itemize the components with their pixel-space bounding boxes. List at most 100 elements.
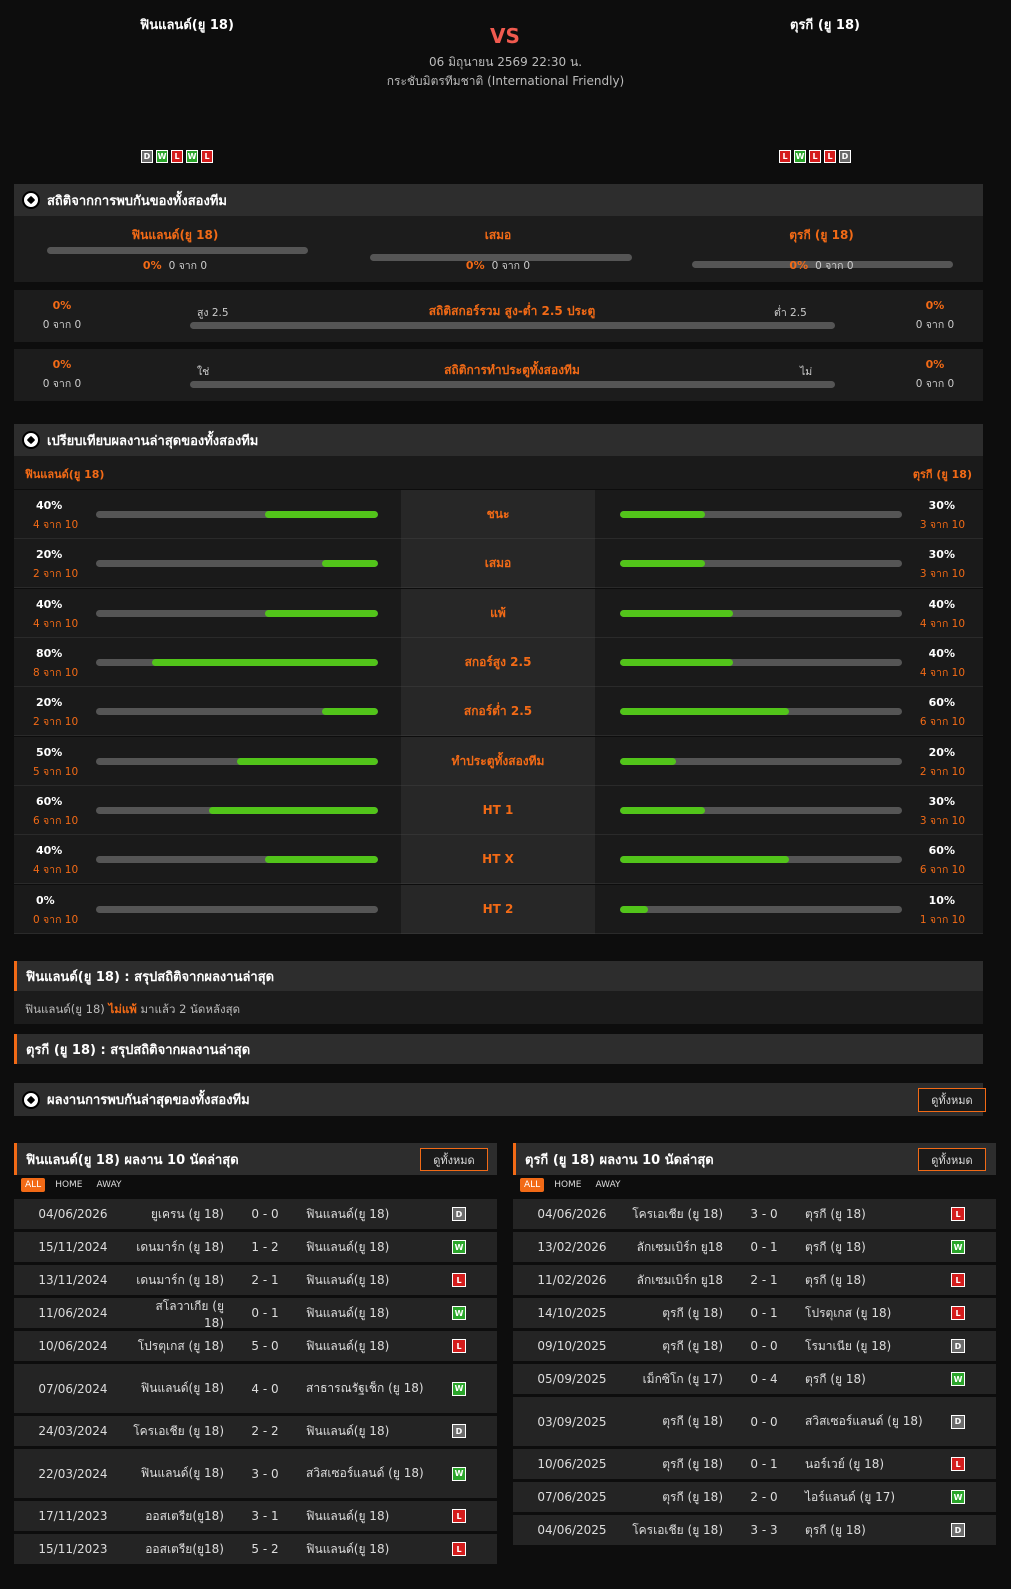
match-home-team[interactable]: ฟินแลนด์(ยู 18) bbox=[132, 1379, 224, 1398]
tab-home[interactable]: HOME bbox=[51, 1178, 86, 1192]
match-row[interactable]: 24/03/2024 โครเอเชีย (ยู 18) 2 - 2 ฟินแลนด์… bbox=[14, 1416, 497, 1446]
match-home-team[interactable]: โครเอเชีย (ยู 18) bbox=[631, 1205, 723, 1224]
away-team-name[interactable]: ตุรกี (ยู 18) bbox=[790, 14, 860, 35]
match-home-team[interactable]: ตุรกี (ยู 18) bbox=[631, 1412, 723, 1431]
match-home-team[interactable]: ลักเซมเบิร์ก ยู18 bbox=[631, 1238, 723, 1257]
match-row[interactable]: 10/06/2024 โปรตุเกส (ยู 18) 5 - 0 ฟินแลนด์(… bbox=[14, 1331, 497, 1361]
match-row[interactable]: 14/10/2025 ตุรกี (ยู 18) 0 - 1 โปรตุเกส (ยู… bbox=[513, 1298, 996, 1328]
match-away-team[interactable]: ตุรกี (ยู 18) bbox=[805, 1239, 935, 1256]
tab-away[interactable]: AWAY bbox=[93, 1178, 126, 1192]
match-row[interactable]: 15/11/2023 ออสเตรีย(ยู18) 5 - 2 ฟินแลนด์(ยู… bbox=[14, 1534, 497, 1564]
match-result-badge: W bbox=[951, 1372, 965, 1386]
compare-left: 40% 4 จาก 10 bbox=[14, 490, 401, 539]
match-away-team[interactable]: ฟินแลนด์(ยู 18) bbox=[306, 1206, 436, 1223]
match-row[interactable]: 03/09/2025 ตุรกี (ยู 18) 0 - 0 สวิสเซอร์แลน… bbox=[513, 1397, 996, 1446]
match-home-team[interactable]: ลักเซมเบิร์ก ยู18 bbox=[631, 1271, 723, 1290]
match-home-team[interactable]: โครเอเชีย (ยู 18) bbox=[132, 1422, 224, 1441]
recent-h2h-header: ผลงานการพบกันล่าสุดของทั้งสองทีม bbox=[14, 1083, 983, 1116]
match-row[interactable]: 09/10/2025 ตุรกี (ยู 18) 0 - 0 โรมาเนีย (ยู… bbox=[513, 1331, 996, 1361]
match-row[interactable]: 13/02/2026 ลักเซมเบิร์ก ยู18 0 - 1 ตุรกี (ย… bbox=[513, 1232, 996, 1262]
match-away-team[interactable]: ฟินแลนด์(ยู 18) bbox=[306, 1338, 436, 1355]
match-score: 3 - 3 bbox=[750, 1523, 778, 1537]
match-away-team[interactable]: สาธารณรัฐเช็ก (ยู 18) bbox=[306, 1380, 436, 1397]
left-bar bbox=[96, 659, 378, 666]
match-result-badge: L bbox=[951, 1457, 965, 1471]
match-home-team[interactable]: ตุรกี (ยู 18) bbox=[631, 1455, 723, 1474]
right-count: 2 จาก 10 bbox=[919, 766, 965, 778]
compare-label: สกอร์ต่ำ 2.5 bbox=[401, 687, 595, 736]
left-count: 4 จาก 10 bbox=[33, 618, 79, 630]
ou-right-pct: 0% bbox=[925, 299, 945, 312]
match-home-team[interactable]: สโลวาเกีย (ยู 18) bbox=[132, 1297, 224, 1330]
match-date: 09/10/2025 bbox=[537, 1339, 607, 1353]
match-away-team[interactable]: ตุรกี (ยู 18) bbox=[805, 1272, 935, 1289]
match-row[interactable]: 17/11/2023 ออสเตรีย(ยู18) 3 - 1 ฟินแลนด์(ยู… bbox=[14, 1501, 497, 1531]
match-home-team[interactable]: ตุรกี (ยู 18) bbox=[631, 1337, 723, 1356]
home-summary-body: ฟินแลนด์(ยู 18) ไม่แพ้ มาแล้ว 2 นัดหลังส… bbox=[14, 991, 983, 1024]
match-date: 11/02/2026 bbox=[537, 1273, 607, 1287]
match-home-team[interactable]: เดนมาร์ก (ยู 18) bbox=[132, 1271, 224, 1290]
left-count: 2 จาก 10 bbox=[33, 568, 79, 580]
tab-away[interactable]: AWAY bbox=[592, 1178, 625, 1192]
match-home-team[interactable]: เดนมาร์ก (ยู 18) bbox=[132, 1238, 224, 1257]
match-home-team[interactable]: ฟินแลนด์(ยู 18) bbox=[132, 1464, 224, 1483]
match-home-team[interactable]: โครเอเชีย (ยู 18) bbox=[631, 1521, 723, 1540]
match-away-team[interactable]: ตุรกี (ยู 18) bbox=[805, 1371, 935, 1388]
tab-all[interactable]: ALL bbox=[21, 1178, 46, 1192]
match-home-team[interactable]: ยูเครน (ยู 18) bbox=[132, 1205, 224, 1224]
recent-h2h-view-all-button[interactable]: ดูทั้งหมด bbox=[918, 1088, 986, 1112]
h2h-home-count: 0 จาก 0 bbox=[168, 260, 208, 272]
match-away-team[interactable]: โรมาเนีย (ยู 18) bbox=[805, 1338, 935, 1355]
match-away-team[interactable]: สวิสเซอร์แลนด์ (ยู 18) bbox=[306, 1465, 436, 1482]
match-away-team[interactable]: นอร์เวย์ (ยู 18) bbox=[805, 1456, 935, 1473]
match-away-team[interactable]: สวิสเซอร์แลนด์ (ยู 18) bbox=[805, 1413, 935, 1430]
match-row[interactable]: 04/06/2025 โครเอเชีย (ยู 18) 3 - 3 ตุรกี (ย… bbox=[513, 1515, 996, 1545]
match-row[interactable]: 10/06/2025 ตุรกี (ยู 18) 0 - 1 นอร์เวย์ (ยู… bbox=[513, 1449, 996, 1479]
match-away-team[interactable]: ฟินแลนด์(ยู 18) bbox=[306, 1239, 436, 1256]
summary-text: มาแล้ว 2 นัดหลังสุด bbox=[140, 1002, 241, 1016]
match-row[interactable]: 15/11/2024 เดนมาร์ก (ยู 18) 1 - 2 ฟินแลนด์(… bbox=[14, 1232, 497, 1262]
match-away-team[interactable]: ฟินแลนด์(ยู 18) bbox=[306, 1508, 436, 1525]
home-last10-view-all-button[interactable]: ดูทั้งหมด bbox=[420, 1148, 488, 1171]
tab-all[interactable]: ALL bbox=[520, 1178, 545, 1192]
h2h-home-pct: 0% bbox=[142, 259, 162, 272]
match-row[interactable]: 04/06/2026 ยูเครน (ยู 18) 0 - 0 ฟินแลนด์(ยู… bbox=[14, 1199, 497, 1229]
right-bar-fill bbox=[620, 708, 790, 715]
match-score: 2 - 1 bbox=[251, 1273, 279, 1287]
match-away-team[interactable]: โปรตุเกส (ยู 18) bbox=[805, 1305, 935, 1322]
away-last10-view-all-button[interactable]: ดูทั้งหมด bbox=[918, 1148, 986, 1171]
match-row[interactable]: 11/06/2024 สโลวาเกีย (ยู 18) 0 - 1 ฟินแลนด์… bbox=[14, 1297, 497, 1330]
match-away-team[interactable]: ไอร์แลนด์ (ยู 17) bbox=[805, 1489, 935, 1506]
match-result-badge: W bbox=[951, 1490, 965, 1504]
form-badge: L bbox=[201, 150, 213, 163]
home-team-name[interactable]: ฟินแลนด์(ยู 18) bbox=[140, 14, 234, 35]
match-row[interactable]: 05/09/2025 เม็กซิโก (ยู 17) 0 - 4 ตุรกี (ยู… bbox=[513, 1364, 996, 1394]
match-home-team[interactable]: ตุรกี (ยู 18) bbox=[631, 1488, 723, 1507]
match-home-team[interactable]: ออสเตรีย(ยู18) bbox=[132, 1540, 224, 1559]
match-score: 2 - 2 bbox=[251, 1424, 279, 1438]
left-count: 8 จาก 10 bbox=[33, 667, 79, 679]
match-row[interactable]: 04/06/2026 โครเอเชีย (ยู 18) 3 - 0 ตุรกี (ย… bbox=[513, 1199, 996, 1229]
match-away-team[interactable]: ฟินแลนด์(ยู 18) bbox=[306, 1272, 436, 1289]
match-row[interactable]: 07/06/2025 ตุรกี (ยู 18) 2 - 0 ไอร์แลนด์ (ย… bbox=[513, 1482, 996, 1512]
match-home-team[interactable]: ตุรกี (ยู 18) bbox=[631, 1304, 723, 1323]
match-row[interactable]: 13/11/2024 เดนมาร์ก (ยู 18) 2 - 1 ฟินแลนด์(… bbox=[14, 1265, 497, 1295]
tab-home[interactable]: HOME bbox=[550, 1178, 585, 1192]
h2h-draw-label: เสมอ bbox=[484, 228, 512, 242]
match-away-team[interactable]: ฟินแลนด์(ยู 18) bbox=[306, 1541, 436, 1558]
match-result-badge: W bbox=[452, 1306, 466, 1320]
match-row[interactable]: 07/06/2024 ฟินแลนด์(ยู 18) 4 - 0 สาธารณรัฐเ… bbox=[14, 1364, 497, 1413]
compare-row: 50% 5 จาก 10 ทำประตูทั้งสองทีม 20% 2 จาก 10 bbox=[14, 737, 983, 786]
match-home-team[interactable]: โปรตุเกส (ยู 18) bbox=[132, 1337, 224, 1356]
match-away-team[interactable]: ฟินแลนด์(ยู 18) bbox=[306, 1305, 436, 1322]
match-score: 0 - 0 bbox=[750, 1414, 778, 1429]
btts-left-count: 0 จาก 0 bbox=[42, 378, 82, 390]
match-away-team[interactable]: ตุรกี (ยู 18) bbox=[805, 1522, 935, 1539]
match-away-team[interactable]: ตุรกี (ยู 18) bbox=[805, 1206, 935, 1223]
match-row[interactable]: 22/03/2024 ฟินแลนด์(ยู 18) 3 - 0 สวิสเซอร์แ… bbox=[14, 1449, 497, 1498]
match-home-team[interactable]: เม็กซิโก (ยู 17) bbox=[631, 1370, 723, 1389]
match-away-team[interactable]: ฟินแลนด์(ยู 18) bbox=[306, 1423, 436, 1440]
match-row[interactable]: 11/02/2026 ลักเซมเบิร์ก ยู18 2 - 1 ตุรกี (ย… bbox=[513, 1265, 996, 1295]
match-home-team[interactable]: ออสเตรีย(ยู18) bbox=[132, 1507, 224, 1526]
right-count: 3 จาก 10 bbox=[919, 519, 965, 531]
